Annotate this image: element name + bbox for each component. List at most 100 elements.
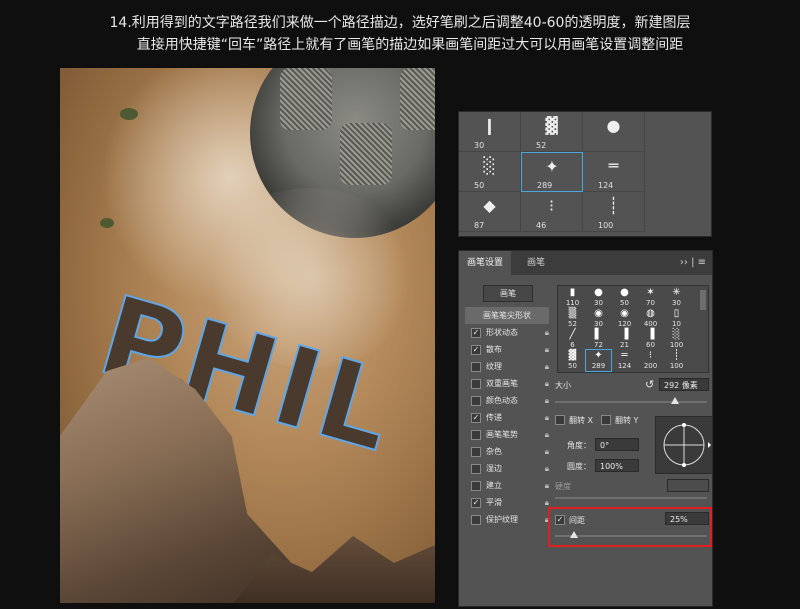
option-transfer[interactable]: ✓ 传递 🔒︎ — [467, 409, 551, 426]
tip-item[interactable]: ░ 100 — [664, 329, 689, 350]
tip-item[interactable]: ◍ 400 — [638, 308, 663, 329]
option-dual-brush[interactable]: 双重画笔 🔒︎ — [467, 375, 551, 392]
brush-tip-icon: ✦ — [594, 350, 603, 361]
checkbox[interactable]: ✓ — [471, 328, 481, 338]
lock-icon[interactable]: 🔒︎ — [545, 409, 549, 426]
tab-brush-settings[interactable]: 画笔设置 — [459, 251, 512, 275]
checkbox[interactable] — [471, 515, 481, 525]
flip-x-checkbox[interactable] — [555, 415, 565, 425]
option-label: 形状动态 — [486, 328, 518, 337]
checkbox[interactable]: ✓ — [471, 345, 481, 355]
checkbox[interactable] — [471, 481, 481, 491]
option-protect-texture[interactable]: 保护纹理 🔒︎ — [467, 511, 551, 528]
angle-input[interactable]: 0° — [595, 438, 639, 451]
lock-icon[interactable]: 🔒︎ — [545, 358, 549, 375]
tip-item[interactable]: ▓ 50 — [560, 350, 585, 371]
angle-roundness-widget[interactable] — [655, 416, 713, 474]
tip-item[interactable]: ▮ 110 — [560, 287, 585, 308]
brush-tip-grid: ▮ 110 ● 30 ● 50 ✶ 70 ✳ 30 ▒ 52 ◉ 30 ◉ 120 ◍ 400 ▯… — [557, 285, 709, 373]
option-scattering[interactable]: ✓ 散布 🔒︎ — [467, 341, 551, 358]
hardness-label: 硬度 — [555, 482, 571, 491]
preset-cell[interactable]: ◆ 87 — [459, 192, 521, 232]
tip-grid-scrollbar[interactable] — [700, 290, 706, 310]
tip-item[interactable]: ● 30 — [586, 287, 611, 308]
option-build-up[interactable]: 建立 🔒︎ — [467, 477, 551, 494]
preset-cell-selected[interactable]: ✦ 289 — [521, 152, 583, 192]
lock-icon[interactable]: 🔒︎ — [545, 375, 549, 392]
tip-item[interactable]: ▐ 21 — [612, 329, 637, 350]
flip-y-checkbox[interactable] — [601, 415, 611, 425]
preset-size: 100 — [598, 221, 614, 230]
checkbox[interactable]: ✓ — [471, 413, 481, 423]
tip-item[interactable]: ┊ 100 — [664, 350, 689, 371]
size-slider-thumb[interactable] — [671, 397, 679, 404]
checkbox[interactable] — [471, 362, 481, 372]
option-noise[interactable]: 杂色 🔒︎ — [467, 443, 551, 460]
lock-icon[interactable]: 🔒︎ — [545, 392, 549, 409]
brush-tip-icon: ═ — [621, 350, 628, 361]
brush-tip-icon: ▐ — [620, 329, 629, 340]
tip-item[interactable]: ✶ 70 — [638, 287, 663, 308]
tip-item[interactable]: ✳ 30 — [664, 287, 689, 308]
size-slider[interactable] — [555, 401, 707, 403]
preset-size: 50 — [474, 181, 485, 190]
option-brush-pose[interactable]: 画笔笔势 🔒︎ — [467, 426, 551, 443]
hardness-input[interactable] — [667, 479, 709, 492]
option-shape-dynamics[interactable]: ✓ 形状动态 🔒︎ — [467, 324, 551, 341]
brush-tip-shape-option[interactable]: 画笔笔尖形状 — [465, 307, 549, 324]
option-texture[interactable]: 纹理 🔒︎ — [467, 358, 551, 375]
lock-icon[interactable]: 🔒︎ — [545, 443, 549, 460]
roundness-input[interactable]: 100% — [595, 459, 639, 472]
lock-icon[interactable]: 🔒︎ — [545, 341, 549, 358]
angle-dial-icon — [663, 423, 711, 467]
lock-icon[interactable]: 🔒︎ — [545, 460, 549, 477]
option-label: 平滑 — [486, 498, 502, 507]
brush-tip-icon: ◉ — [594, 308, 603, 319]
tab-brushes[interactable]: 画笔 — [519, 251, 553, 275]
tip-item[interactable]: ╱ 6 — [560, 329, 585, 350]
brush-texture-icon: ▓ — [545, 116, 558, 135]
preset-cell[interactable]: ⁝ 46 — [521, 192, 583, 232]
checkbox[interactable]: ✓ — [471, 498, 481, 508]
preset-cell[interactable]: ░ 50 — [459, 152, 521, 192]
option-label: 建立 — [486, 481, 502, 490]
lock-icon[interactable]: 🔒︎ — [545, 426, 549, 443]
tip-item[interactable]: ▐ 60 — [638, 329, 663, 350]
tip-item[interactable]: ▒ 52 — [560, 308, 585, 329]
lock-icon[interactable]: 🔒︎ — [545, 477, 549, 494]
brush-dots-icon: ⁝ — [548, 196, 555, 215]
panel-menu-icon[interactable]: ›› | ≡ — [680, 251, 706, 275]
caption-line-1: 14.利用得到的文字路径我们来做一个路径描边，选好笔刷之后调整40-60的透明度… — [109, 15, 691, 31]
checkbox[interactable] — [471, 464, 481, 474]
tip-item[interactable]: ● 50 — [612, 287, 637, 308]
tip-item[interactable]: ◉ 120 — [612, 308, 637, 329]
hardness-slider[interactable] — [555, 497, 707, 499]
size-input[interactable]: 292 像素 — [659, 378, 709, 391]
checkbox[interactable] — [471, 379, 481, 389]
preset-cell[interactable]: ▓ 52 — [521, 112, 583, 152]
option-smoothing[interactable]: ✓ 平滑 🔒︎ — [467, 494, 551, 511]
tip-item[interactable]: ═ 124 — [612, 350, 637, 371]
tip-item[interactable]: ▌ 72 — [586, 329, 611, 350]
preset-cell[interactable]: ┊ 100 — [583, 192, 645, 232]
option-wet-edges[interactable]: 湿边 🔒︎ — [467, 460, 551, 477]
reset-size-icon[interactable]: ↺ — [645, 378, 654, 391]
preset-cell[interactable]: ● — [583, 112, 645, 152]
preset-size: 30 — [474, 141, 485, 150]
preset-cell[interactable]: ❙ 30 — [459, 112, 521, 152]
tip-item[interactable]: ◉ 30 — [586, 308, 611, 329]
tip-item[interactable]: ▯ 10 — [664, 308, 689, 329]
preset-cell[interactable]: ═ 124 — [583, 152, 645, 192]
option-label: 湿边 — [486, 464, 502, 473]
option-color-dynamics[interactable]: 颜色动态 🔒︎ — [467, 392, 551, 409]
checkbox[interactable] — [471, 447, 481, 457]
preset-size: 289 — [537, 181, 553, 190]
lock-icon[interactable]: 🔒︎ — [545, 324, 549, 341]
tip-item[interactable]: ⁝ 200 — [638, 350, 663, 371]
checkbox[interactable] — [471, 396, 481, 406]
brush-tip-icon: ▌ — [594, 329, 603, 340]
brush-button[interactable]: 画笔 — [483, 285, 533, 302]
tip-item-selected[interactable]: ✦ 289 — [585, 349, 612, 372]
angle-label: 角度： — [567, 441, 591, 450]
checkbox[interactable] — [471, 430, 481, 440]
